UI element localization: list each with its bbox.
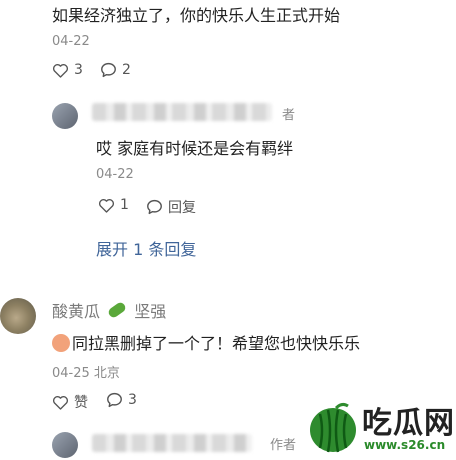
reply-count: 2 [122, 62, 131, 78]
username-blurred [92, 434, 252, 452]
watermark-url: www.s26.cn [364, 438, 446, 452]
username-text: 酸黄瓜 [52, 302, 101, 321]
comment-date: 04-25 北京 [52, 366, 120, 381]
reply-count: 3 [128, 392, 137, 408]
heart-icon [52, 395, 69, 410]
like-button[interactable]: 赞 [52, 392, 88, 412]
avatar[interactable] [52, 432, 78, 458]
heart-icon [52, 63, 69, 78]
like-button[interactable]: 1 [98, 197, 129, 213]
watermelon-icon [310, 402, 356, 453]
avatar[interactable] [52, 103, 78, 129]
username-blurred [92, 103, 272, 121]
comment-text-content: 同拉黑删掉了一个了！希望您也快快乐乐 [72, 334, 361, 353]
reply-button[interactable]: 3 [106, 392, 137, 408]
cucumber-icon [106, 300, 128, 320]
reply-label: 回复 [168, 200, 196, 216]
comment-date: 04-22 [52, 34, 90, 49]
like-count: 3 [74, 62, 83, 78]
watermark-logo: 吃瓜网 www.s26.cn [308, 398, 454, 458]
author-tag: 作者 [270, 438, 297, 453]
like-label: 赞 [74, 395, 88, 411]
like-count: 1 [120, 197, 129, 213]
reply-button[interactable]: 2 [100, 62, 131, 78]
smile-emoji-icon [52, 334, 70, 352]
comment-icon [146, 199, 163, 215]
reply-text: 哎 家庭有时候还是会有羁绊 [96, 139, 294, 158]
comment-text: 如果经济独立了，你的快乐人生正式开始 [52, 6, 341, 25]
comment-icon [100, 62, 117, 78]
expand-replies-link[interactable]: 展开 1 条回复 [96, 236, 196, 260]
avatar[interactable] [0, 298, 36, 334]
author-tag: 者 [282, 108, 296, 123]
reply-button[interactable]: 回复 [146, 197, 196, 217]
watermark-title: 吃瓜网 [362, 406, 455, 441]
reply-date: 04-22 [96, 167, 134, 182]
username[interactable]: 酸黄瓜 坚强 [52, 298, 166, 322]
comment-text: 同拉黑删掉了一个了！希望您也快快乐乐 [52, 330, 360, 354]
comment-icon [106, 392, 123, 408]
like-button[interactable]: 3 [52, 62, 83, 78]
user-title: 坚强 [134, 302, 167, 321]
heart-icon [98, 198, 115, 213]
